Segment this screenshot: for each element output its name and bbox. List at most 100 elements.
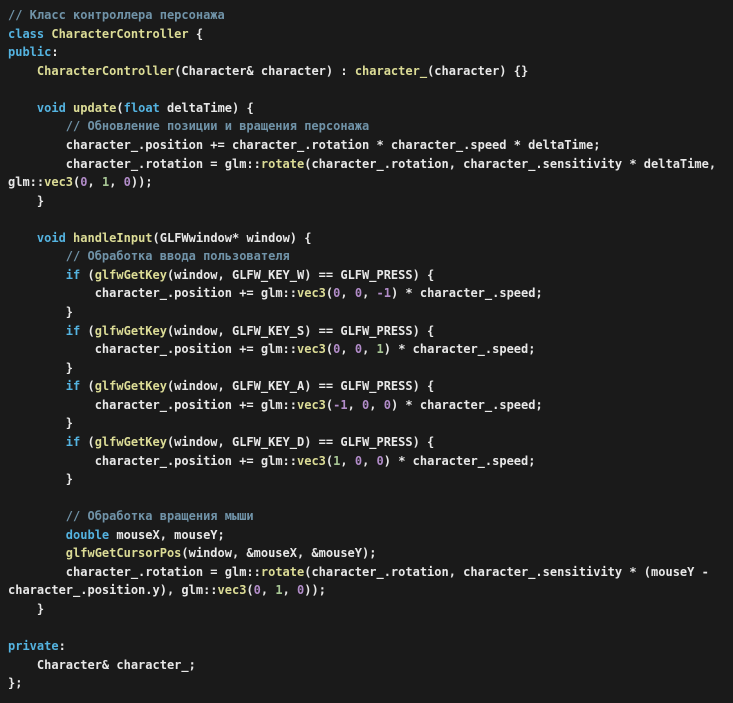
code-token: , — [362, 286, 377, 301]
code-token: 0 — [123, 175, 131, 190]
code-token: 1 — [376, 342, 384, 357]
code-token: ( — [80, 379, 95, 394]
code-token: character_.position += glm:: — [8, 453, 297, 468]
code-token: , — [369, 397, 384, 412]
code-token: ) * character_.speed; — [390, 397, 543, 412]
code-token: }; — [8, 676, 23, 691]
code-token: // Класс контроллера персонажа — [8, 8, 225, 22]
code-token: if — [65, 379, 81, 394]
code-token: (window, GLFW_KEY_A) == GLFW_PRESS) { — [166, 379, 435, 394]
code-token: character_.rotation = glm:: — [8, 564, 261, 579]
code-token: CharacterController — [36, 63, 175, 78]
code-token: public — [8, 45, 52, 60]
code-token: void — [36, 230, 66, 245]
code-token: , — [282, 583, 298, 598]
code-editor: // Класс контроллера персонажа class Cha… — [0, 0, 733, 703]
code-token: vec3 — [217, 583, 247, 598]
code-token: (GLFWwindow* window) { — [152, 230, 312, 245]
code-token: 0 — [354, 453, 363, 468]
code-token: ( — [116, 100, 124, 115]
code-token: private — [8, 639, 59, 654]
code-token: rotate — [260, 156, 305, 171]
code-token: )); — [130, 175, 153, 190]
code-token: if — [65, 267, 81, 282]
code-token: void — [36, 100, 66, 115]
code-token: 0 — [354, 342, 363, 357]
code-token: glfwGetKey — [94, 267, 167, 282]
code-token: 0 — [383, 397, 391, 412]
code-token: } — [8, 193, 45, 208]
code-token: , — [109, 175, 124, 190]
code-token: character_.rotation = glm:: — [8, 156, 261, 171]
code-token: character_.position += character_.rotati… — [8, 137, 601, 152]
code-token: , — [347, 397, 363, 412]
code-token: } — [8, 360, 74, 375]
code-token: (Character& character) : — [174, 63, 355, 78]
code-token: character_.position += glm:: — [8, 286, 297, 301]
code-token: glfwGetKey — [94, 434, 167, 449]
code-token: (window, GLFW_KEY_W) == GLFW_PRESS) { — [166, 267, 435, 282]
code-token: , — [340, 453, 355, 468]
code-token: class — [8, 26, 45, 41]
code-token: , — [87, 175, 102, 190]
code-token: character_.position += glm:: — [8, 342, 297, 357]
code-token: vec3 — [297, 453, 326, 468]
code-token: 0 — [80, 175, 88, 190]
code-block: // Класс контроллера персонажа class Cha… — [0, 0, 733, 699]
code-token: vec3 — [44, 175, 74, 190]
code-token: } — [8, 472, 74, 487]
code-token: ) * character_.speed; — [390, 286, 543, 301]
code-token: 0 — [376, 453, 384, 468]
code-token: glfwGetCursorPos — [65, 546, 182, 561]
code-token: rotate — [260, 564, 305, 579]
code-token: (window, GLFW_KEY_D) == GLFW_PRESS) { — [166, 434, 435, 449]
code-token: // Обновление позиции и вращения персона… — [65, 119, 370, 134]
code-token: ( — [80, 267, 95, 282]
code-token: ) * character_.speed; — [383, 453, 536, 468]
code-token: // Обработка вращения мыши — [65, 509, 254, 524]
code-token: 1 — [275, 583, 283, 598]
code-token: , — [340, 286, 355, 301]
code-token: : — [51, 45, 59, 60]
code-token: )); — [304, 583, 326, 598]
code-token: float — [123, 100, 160, 115]
code-token: : — [58, 639, 66, 654]
code-token: , — [260, 583, 276, 598]
code-token: (window, GLFW_KEY_S) == GLFW_PRESS) { — [166, 323, 435, 338]
code-token: glfwGetKey — [94, 323, 167, 338]
code-token: ( — [80, 323, 95, 338]
code-token: 0 — [354, 286, 363, 301]
code-token: Character& character_; — [8, 657, 196, 672]
code-token: deltaTime) { — [159, 100, 254, 115]
code-token: character_.position += glm:: — [8, 397, 297, 412]
code-token: handleInput — [73, 230, 153, 245]
code-token: CharacterController — [51, 26, 189, 41]
code-token: } — [8, 305, 74, 319]
code-token: vec3 — [297, 397, 326, 412]
code-token: } — [8, 602, 45, 616]
code-token: { — [188, 26, 204, 41]
code-token: , — [340, 342, 355, 357]
code-token: ) * character_.speed; — [383, 342, 536, 357]
code-token: -1 — [333, 397, 348, 412]
code-token: // Обработка ввода пользователя — [65, 249, 290, 264]
code-token: , — [362, 342, 377, 357]
code-token: } — [8, 416, 74, 431]
code-token: if — [65, 323, 81, 338]
code-token: ( — [246, 583, 254, 598]
code-token: ( — [80, 434, 95, 449]
code-token: if — [65, 434, 81, 449]
